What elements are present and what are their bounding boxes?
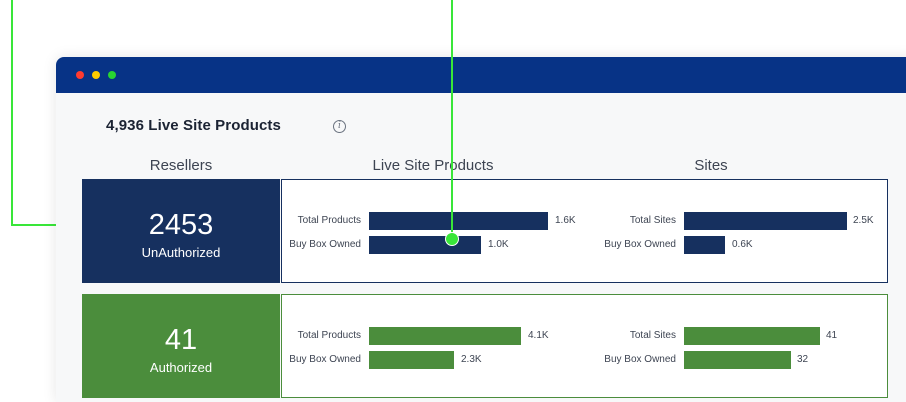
kpi-label: Authorized: [149, 360, 213, 375]
bar-buy-box-owned-products[interactable]: [369, 236, 481, 254]
bar-value: 4.1K: [528, 330, 549, 341]
kpi-count: 2453: [148, 209, 214, 241]
callout-line-left-vertical: [11, 0, 13, 226]
bar-total-products[interactable]: [369, 212, 548, 230]
window-titlebar: [56, 57, 906, 93]
reseller-row-unauthorized: 2453 UnAuthorized Total Products 1.6K Bu…: [82, 179, 888, 283]
bar-buy-box-owned-sites[interactable]: [684, 351, 791, 369]
bar-label: Buy Box Owned: [289, 354, 361, 365]
bar-value: 2.5K: [853, 215, 874, 226]
bar-label: Total Sites: [629, 330, 676, 341]
bar-value: 0.6K: [732, 239, 753, 250]
bar-value: 41: [826, 330, 838, 341]
bar-total-products[interactable]: [369, 327, 521, 345]
bar-label: Buy Box Owned: [604, 354, 676, 365]
column-header-sites: Sites: [694, 157, 728, 174]
bar-label: Total Products: [297, 215, 361, 226]
close-window-button[interactable]: [76, 71, 84, 79]
bar-buy-box-owned-products[interactable]: [369, 351, 454, 369]
reseller-row-authorized: 41 Authorized Total Products 4.1K Buy Bo…: [82, 294, 888, 398]
bar-value: 2.3K: [461, 354, 482, 365]
app-window: 4,936 Live Site Products i Resellers Liv…: [56, 57, 906, 402]
kpi-card-unauthorized[interactable]: 2453 UnAuthorized: [82, 179, 280, 283]
callout-dot-buy-box: [445, 232, 459, 246]
page-title: 4,936 Live Site Products: [106, 117, 281, 134]
metrics-panel-unauthorized: Total Products 1.6K Buy Box Owned 1.0K T…: [281, 179, 888, 283]
metric-buy-box-owned-products: Buy Box Owned 1.0K: [282, 236, 582, 254]
bar-label: Buy Box Owned: [604, 239, 676, 250]
callout-line-center-vertical: [451, 0, 453, 238]
bar-total-sites[interactable]: [684, 212, 847, 230]
kpi-count: 41: [164, 324, 198, 356]
bar-label: Total Products: [297, 330, 361, 341]
bar-label: Total Sites: [629, 215, 676, 226]
metric-buy-box-owned-sites: Buy Box Owned 32: [582, 351, 887, 369]
kpi-label: UnAuthorized: [141, 245, 221, 260]
column-header-resellers: Resellers: [149, 157, 213, 174]
metric-total-products: Total Products 1.6K: [282, 212, 582, 230]
bar-label: Buy Box Owned: [289, 239, 361, 250]
metric-total-sites: Total Sites 41: [582, 327, 887, 345]
bar-total-sites[interactable]: [684, 327, 820, 345]
minimize-window-button[interactable]: [92, 71, 100, 79]
kpi-card-authorized[interactable]: 41 Authorized: [82, 294, 280, 398]
bar-value: 1.0K: [488, 239, 509, 250]
bar-buy-box-owned-sites[interactable]: [684, 236, 725, 254]
metric-buy-box-owned-sites: Buy Box Owned 0.6K: [582, 236, 887, 254]
metrics-panel-authorized: Total Products 4.1K Buy Box Owned 2.3K T…: [281, 294, 888, 398]
maximize-window-button[interactable]: [108, 71, 116, 79]
column-header-live-site-products: Live Site Products: [372, 157, 494, 174]
metric-total-products: Total Products 4.1K: [282, 327, 582, 345]
metric-buy-box-owned-products: Buy Box Owned 2.3K: [282, 351, 582, 369]
info-icon[interactable]: i: [333, 120, 346, 133]
metric-total-sites: Total Sites 2.5K: [582, 212, 887, 230]
bar-value: 32: [797, 354, 809, 365]
bar-value: 1.6K: [555, 215, 576, 226]
